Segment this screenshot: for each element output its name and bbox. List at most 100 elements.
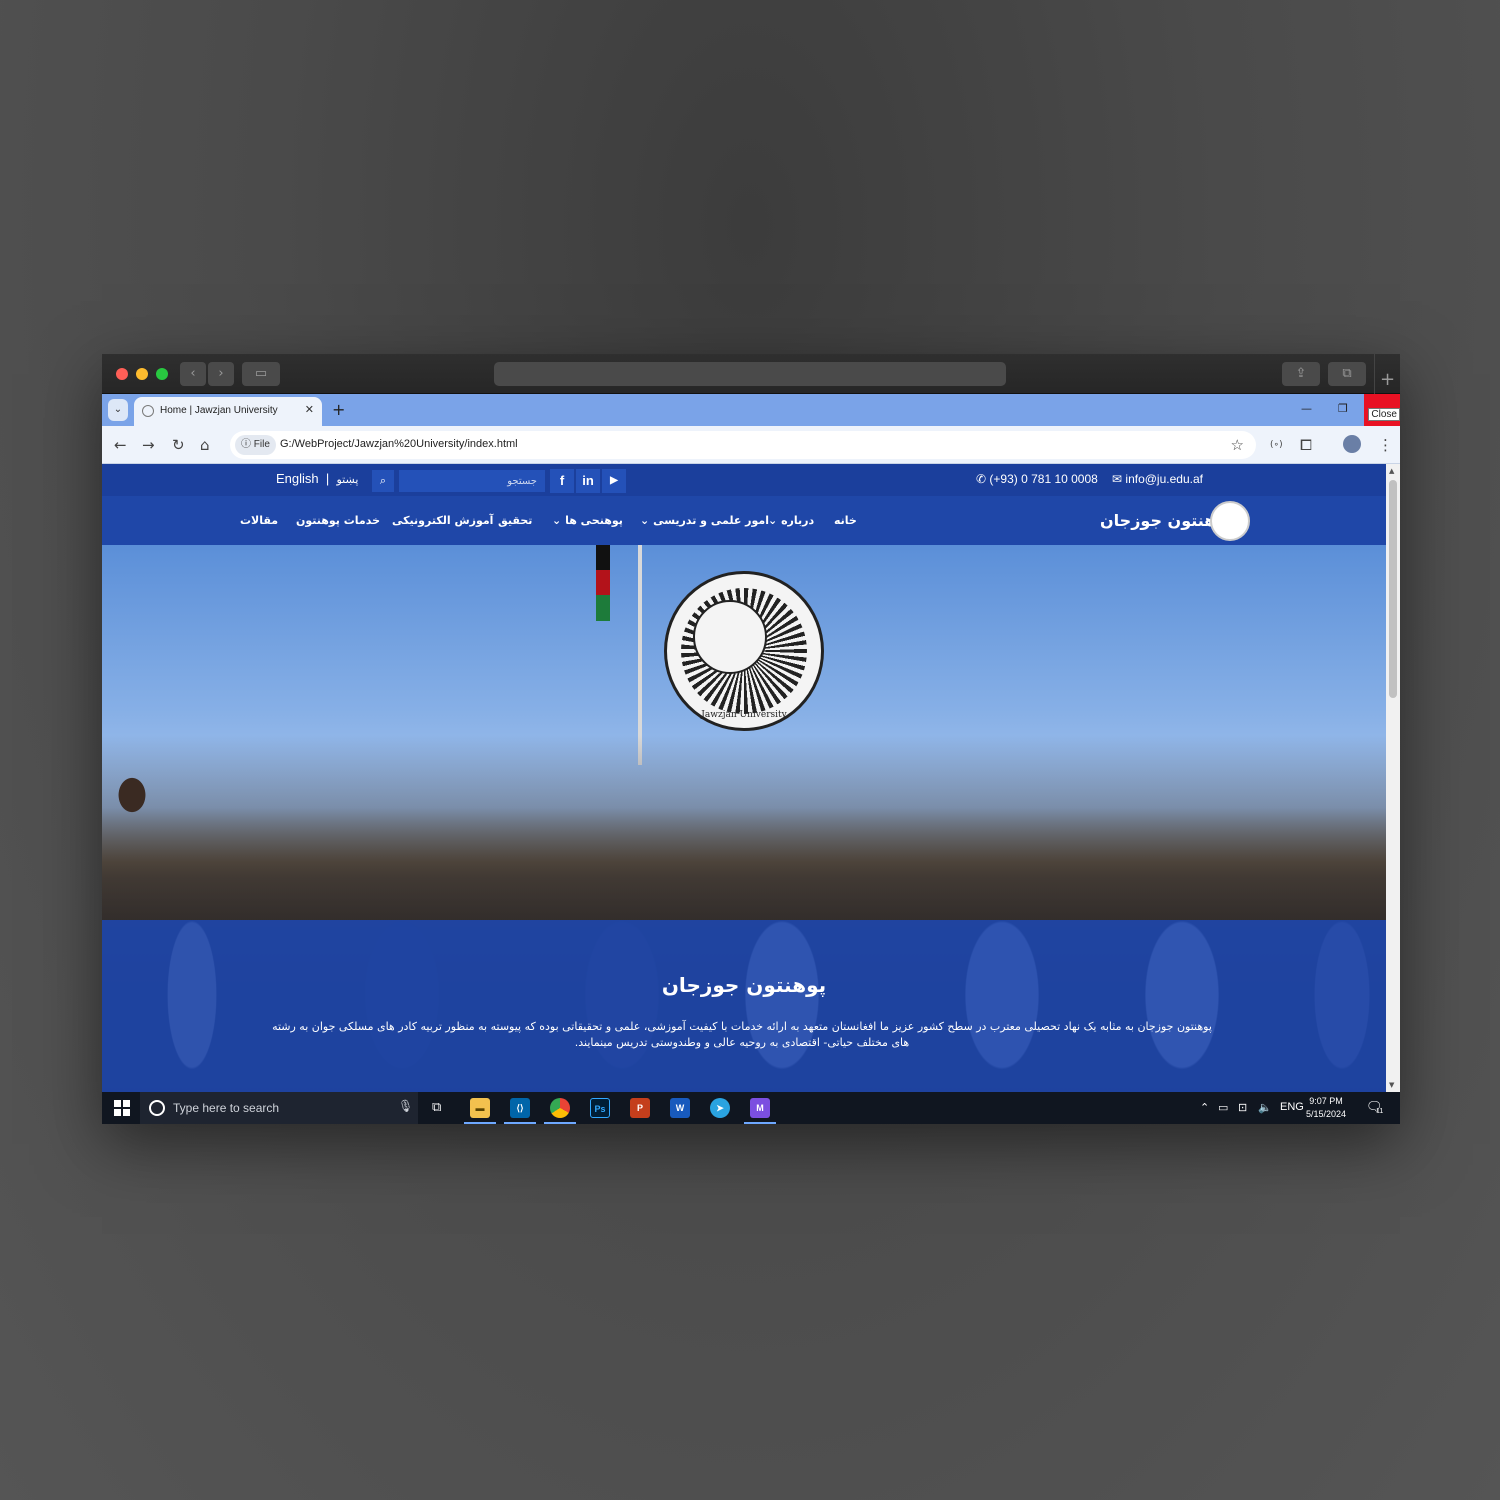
site-info-chip[interactable]: ⓘ File — [235, 435, 276, 455]
scroll-up-icon[interactable]: ▲ — [1389, 467, 1394, 475]
clock-time: 9:07 PM — [1309, 1096, 1343, 1106]
nav-faculties[interactable]: ⌄ پوهنحی ها — [552, 514, 623, 527]
bookmark-star-icon[interactable]: ☆ — [1231, 436, 1244, 454]
extensions-icon[interactable]: ⧠ — [1300, 436, 1312, 454]
chevron-down-icon: ⌄ — [552, 514, 562, 527]
scroll-thumb[interactable] — [1389, 480, 1397, 698]
lang-english-link[interactable]: English — [276, 471, 319, 486]
windows-taskbar: Type here to search 🎙 ⧉ ▬ ⟨⟩ Ps P W ➤ M … — [102, 1092, 1400, 1124]
hero-description: پوهنتون جوزجان به مثابه یک نهاد تحصیلی م… — [272, 1020, 1212, 1049]
volume-icon[interactable]: 🔈 — [1258, 1101, 1272, 1114]
system-clock[interactable]: 9:07 PM 5/15/2024 — [1306, 1095, 1346, 1121]
tab-home[interactable]: Home | Jawzjan University ✕ — [134, 397, 322, 426]
input-language[interactable]: ENG — [1280, 1101, 1304, 1113]
nav-elearning[interactable]: آموزش الکترونیکی — [392, 514, 493, 527]
hero-caption: پوهنتون جوزجان پوهنتون جوزجان به مثابه ی… — [102, 920, 1386, 1092]
minimize-button[interactable]: — — [1301, 402, 1312, 415]
active-indicator — [744, 1122, 776, 1124]
file-chip-label: File — [253, 439, 270, 450]
windows-start-icon[interactable] — [114, 1100, 130, 1116]
nav-articles[interactable]: مقالات — [240, 514, 278, 527]
flagpole — [638, 545, 642, 765]
share-icon[interactable]: ⇪ — [1282, 362, 1320, 386]
nav-research[interactable]: تحقیق — [498, 514, 532, 527]
phone-icon: ✆ — [976, 472, 987, 486]
profile-avatar[interactable] — [1343, 435, 1361, 453]
taskbar-search[interactable]: Type here to search 🎙 — [140, 1092, 418, 1124]
mac-titlebar: ‹ › ▭ ⇪ ⧉ + — [102, 354, 1400, 394]
afghan-flag — [596, 545, 610, 621]
tab-search-dropdown-icon[interactable]: ⌄ — [108, 399, 128, 421]
tab-title: Home | Jawzjan University — [160, 405, 278, 416]
mac-close-button[interactable] — [116, 368, 128, 380]
photoshop-icon[interactable]: Ps — [590, 1098, 610, 1118]
mac-forward-icon[interactable]: › — [208, 362, 234, 386]
linkedin-icon[interactable]: in — [576, 469, 600, 493]
nav-about[interactable]: ⌄ درباره — [768, 514, 814, 527]
tabs-overview-icon[interactable]: ⧉ — [1328, 362, 1366, 386]
restore-button[interactable]: ❐ — [1338, 402, 1348, 415]
app-launcher-icon[interactable]: M — [750, 1098, 770, 1118]
new-tab-button[interactable]: + — [332, 400, 345, 419]
back-arrow-icon[interactable]: ← — [114, 436, 127, 454]
word-icon[interactable]: W — [670, 1098, 690, 1118]
tab-close-icon[interactable]: ✕ — [305, 403, 314, 416]
facebook-icon[interactable]: f — [550, 469, 574, 493]
chrome-icon[interactable] — [550, 1098, 570, 1118]
lang-pashto-link[interactable]: پښتو — [337, 473, 359, 486]
phone-contact[interactable]: ✆ (+93) 0 781 10 0008 — [976, 472, 1098, 486]
task-view-icon[interactable]: ⧉ — [432, 1099, 441, 1115]
sidebar-toggle-icon[interactable]: ▭ — [242, 362, 280, 386]
active-indicator — [544, 1122, 576, 1124]
mac-new-tab-icon[interactable]: + — [1374, 354, 1400, 394]
reload-icon[interactable]: ↻ — [172, 436, 185, 454]
chevron-down-icon: ⌄ — [768, 514, 778, 527]
mac-window: ‹ › ▭ ⇪ ⧉ + ⌄ Home | Jawzjan University … — [102, 354, 1400, 1124]
nav-about-label: درباره — [781, 514, 815, 527]
vscode-icon[interactable]: ⟨⟩ — [510, 1098, 530, 1118]
file-explorer-icon[interactable]: ▬ — [470, 1098, 490, 1118]
globe-icon — [142, 405, 154, 417]
lang-switcher: English | پښتو — [276, 471, 358, 486]
clock-date: 5/15/2024 — [1306, 1109, 1347, 1119]
home-icon[interactable]: ⌂ — [200, 436, 210, 454]
search-icon[interactable]: ⌕ — [372, 470, 394, 492]
university-logo[interactable] — [1210, 501, 1250, 541]
tray-overflow-icon[interactable]: ⌃ — [1200, 1101, 1209, 1114]
telegram-icon[interactable]: ➤ — [710, 1098, 730, 1118]
email-address: info@ju.edu.af — [1125, 472, 1203, 486]
powerpoint-icon[interactable]: P — [630, 1098, 650, 1118]
mac-zoom-button[interactable] — [156, 368, 168, 380]
taskbar-search-placeholder: Type here to search — [173, 1101, 280, 1115]
microphone-icon[interactable]: 🎙 — [398, 1099, 413, 1113]
forward-arrow-icon[interactable]: → — [142, 436, 155, 454]
youtube-icon[interactable]: ▶ — [602, 469, 626, 493]
url-text: G:/WebProject/Jawzjan%20University/index… — [280, 438, 518, 450]
nav-faculties-label: پوهنحی ها — [565, 514, 623, 527]
envelope-icon: ✉ — [1112, 472, 1123, 486]
site-search-input[interactable] — [399, 470, 545, 492]
mac-minimize-button[interactable] — [136, 368, 148, 380]
battery-icon[interactable]: ▭ — [1218, 1101, 1228, 1114]
scroll-down-icon[interactable]: ▼ — [1389, 1081, 1394, 1089]
mac-back-icon[interactable]: ‹ — [180, 362, 206, 386]
university-seal: Jawzjan University — [664, 571, 824, 731]
chrome-menu-icon[interactable]: ⋮ — [1378, 436, 1393, 454]
active-indicator — [464, 1122, 496, 1124]
network-icon[interactable]: ⊡ — [1238, 1101, 1247, 1114]
nav-services[interactable]: خدمات پوهنتون — [296, 514, 380, 527]
close-tooltip: Close — [1368, 408, 1400, 421]
chevron-down-icon: ⌄ — [640, 514, 650, 527]
site-navbar: مقالات خدمات پوهنتون آموزش الکترونیکی تح… — [102, 496, 1386, 545]
address-bar[interactable]: ⓘ File G:/WebProject/Jawzjan%20Universit… — [230, 431, 1256, 459]
email-contact[interactable]: ✉ info@ju.edu.af — [1112, 472, 1203, 486]
nav-home[interactable]: خانه — [834, 514, 857, 527]
lang-separator: | — [325, 471, 330, 486]
page-scrollbar[interactable]: ▲ ▼ — [1386, 464, 1400, 1092]
seal-book-emblem — [693, 600, 767, 674]
nav-academic[interactable]: ⌄ امور علمی و تدریسی — [640, 514, 769, 527]
hero-title: پوهنتون جوزجان — [661, 973, 827, 997]
cast-icon[interactable]: (∘) — [1270, 440, 1283, 450]
active-indicator — [504, 1122, 536, 1124]
mac-address-bar[interactable] — [494, 362, 1006, 386]
